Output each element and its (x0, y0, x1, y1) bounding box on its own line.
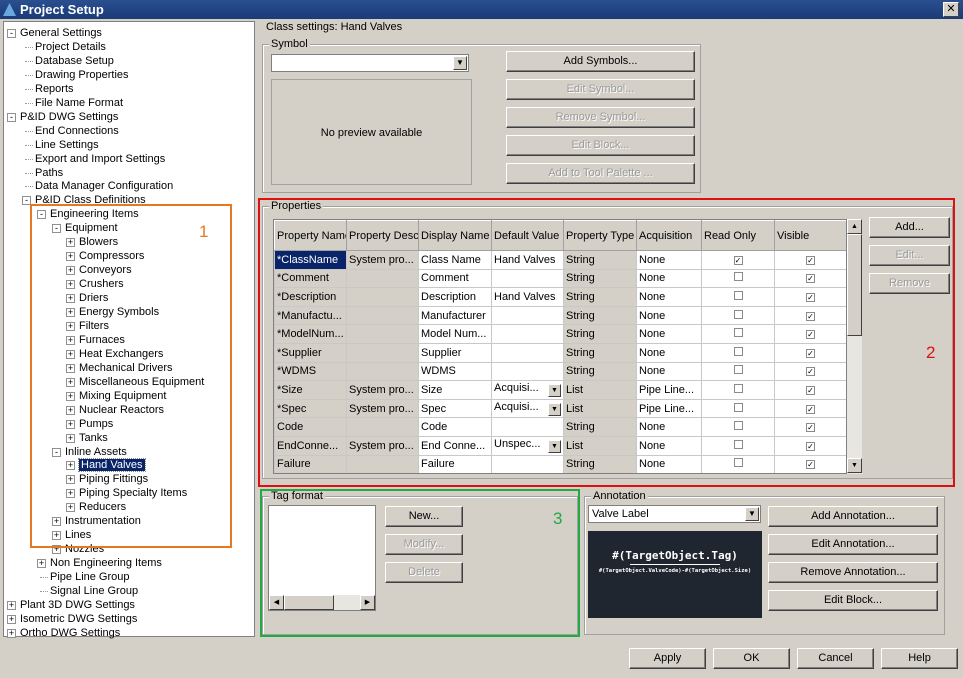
chevron-down-icon[interactable]: ▼ (745, 507, 759, 521)
tree-item-label: Signal Line Group (50, 585, 139, 597)
cancel-button[interactable]: Cancel (797, 648, 874, 669)
expand-icon[interactable]: + (37, 559, 46, 569)
tree-item[interactable]: Pipe Line Group (50, 570, 130, 584)
tree-item[interactable]: Ortho DWG Settings (20, 626, 120, 640)
edit-block-button[interactable]: Edit Block... (506, 135, 695, 156)
add-to-tool-palette-button[interactable]: Add to Tool Palette ... (506, 163, 695, 184)
annotation-dropdown[interactable]: Valve Label ▼ (588, 505, 761, 523)
apply-button[interactable]: Apply (629, 648, 706, 669)
class-settings-title: Class settings: Hand Valves (266, 21, 403, 33)
tree-connector (25, 144, 33, 146)
tree-item[interactable]: Signal Line Group (50, 584, 138, 598)
chevron-down-icon[interactable]: ▼ (453, 56, 467, 70)
tree-connector (40, 577, 48, 579)
tree-item-label: Isometric DWG Settings (20, 612, 138, 625)
tree-item-label: Data Manager Configuration (35, 180, 174, 193)
tree-connector (40, 591, 48, 592)
tree-item-label: Plant 3D DWG Settings (20, 598, 135, 611)
tree-item-label: End Connections (35, 124, 119, 137)
tree-connector (25, 60, 33, 62)
callout-box-1 (30, 204, 232, 548)
tree-connector (25, 74, 33, 76)
tree-item[interactable]: Paths (35, 166, 63, 180)
close-button[interactable]: ✕ (943, 2, 959, 17)
tree-item-label: Database Setup (35, 54, 114, 67)
no-preview-text: No preview available (320, 127, 423, 139)
collapse-icon[interactable]: - (7, 112, 16, 122)
callout-label-1: 1 (199, 222, 209, 241)
tree-item[interactable]: Drawing Properties (35, 68, 129, 82)
expand-icon[interactable]: + (7, 600, 16, 610)
tree-item-label: Ortho DWG Settings (20, 626, 121, 639)
tree-item[interactable]: End Connections (35, 124, 119, 138)
tree-item[interactable]: Line Settings (35, 138, 99, 152)
tree-item[interactable]: Non Engineering Items (50, 556, 162, 570)
tree-item-label: Non Engineering Items (50, 557, 162, 570)
collapse-icon[interactable]: - (7, 29, 16, 38)
tree-item-label: Drawing Properties (35, 68, 129, 81)
remove-symbol-button[interactable]: Remove Symbol... (506, 107, 695, 128)
edit-annotation-button[interactable]: Edit Annotation... (768, 534, 938, 555)
expand-icon[interactable]: + (7, 628, 16, 638)
ok-button[interactable]: OK (713, 648, 790, 669)
tree-item[interactable]: Plant 3D DWG Settings (20, 598, 135, 612)
help-button[interactable]: Help (881, 648, 958, 669)
edit-block-button[interactable]: Edit Block... (768, 590, 938, 611)
tree-item[interactable]: Isometric DWG Settings (20, 612, 137, 626)
tree-connector (25, 172, 33, 174)
tree-item-label: Reports (35, 82, 74, 95)
annotation-preview-tag: #(TargetObject.Tag) (612, 549, 738, 562)
tree-item[interactable]: General Settings (20, 26, 102, 40)
tree-connector (25, 102, 33, 104)
symbol-label: Symbol (269, 38, 310, 50)
tree-item-label: File Name Format (35, 96, 124, 109)
add-symbols-button[interactable]: Add Symbols... (506, 51, 695, 72)
callout-box-3 (260, 489, 580, 637)
symbol-dropdown[interactable]: ▼ (271, 54, 469, 72)
symbol-preview: No preview available (271, 79, 472, 185)
tree-item-label: General Settings (20, 27, 102, 39)
annotation-preview: #(TargetObject.Tag) #(TargetObject.Valve… (588, 531, 762, 618)
tree-item[interactable]: P&ID DWG Settings (20, 110, 118, 124)
tree-item-label: Project Details (35, 40, 106, 53)
tree-item-label: Paths (35, 166, 64, 179)
tree-connector (25, 158, 33, 160)
annotation-label: Annotation (591, 490, 648, 502)
tree-item-label: P&ID DWG Settings (20, 110, 119, 123)
tree-connector (25, 130, 33, 132)
tree-connector (25, 88, 33, 90)
annotation-preview-code: #(TargetObject.ValveCode)-#(TargetObject… (598, 568, 752, 574)
callout-label-3: 3 (553, 509, 563, 528)
remove-annotation-button[interactable]: Remove Annotation... (768, 562, 938, 583)
tree-item[interactable]: Database Setup (35, 54, 114, 68)
title-bar: Project Setup (0, 0, 963, 19)
edit-symbol-button[interactable]: Edit Symbol... (506, 79, 695, 100)
callout-label-2: 2 (926, 343, 936, 362)
tree-item[interactable]: Project Details (35, 40, 106, 54)
annotation-value: Valve Label (592, 508, 649, 520)
window-title: Project Setup (20, 2, 104, 17)
tree-connector (25, 186, 33, 188)
tree-item[interactable]: Export and Import Settings (35, 152, 165, 166)
tree-item[interactable]: Data Manager Configuration (35, 179, 173, 193)
tree-item[interactable]: Reports (35, 82, 74, 96)
tree-connector (25, 46, 33, 48)
tree-item-label: Line Settings (35, 138, 99, 151)
tree-item-label: Pipe Line Group (50, 571, 130, 584)
add-annotation-button[interactable]: Add Annotation... (768, 506, 938, 527)
callout-box-2 (258, 198, 955, 487)
expand-icon[interactable]: + (7, 614, 16, 624)
tree-item-label: Export and Import Settings (35, 152, 166, 165)
tree-item[interactable]: File Name Format (35, 96, 123, 110)
